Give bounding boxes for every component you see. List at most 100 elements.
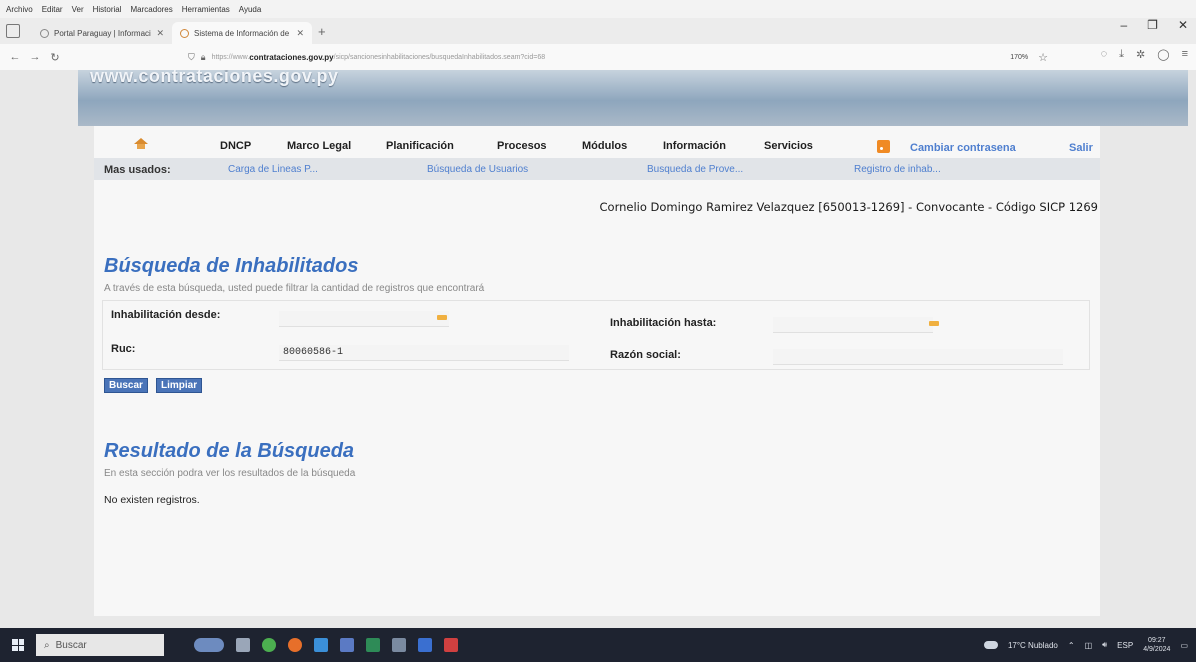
volume-icon[interactable]: 🔊︎ (1102, 640, 1107, 650)
menu-ver[interactable]: Ver (72, 5, 84, 14)
forward-icon[interactable]: → (28, 51, 42, 63)
nav-servicios[interactable]: Servicios (764, 140, 813, 152)
news-widget-icon[interactable] (194, 638, 224, 652)
new-tab-icon[interactable]: + (318, 24, 326, 39)
clear-button[interactable]: Limpiar (156, 378, 203, 393)
most-used-link-registro-inhab[interactable]: Registro de inhab... (854, 164, 941, 175)
desde-date-input[interactable] (279, 311, 449, 327)
file-explorer-icon[interactable] (392, 638, 406, 652)
taskbar-search[interactable]: ⌕ Buscar (36, 634, 164, 656)
nav-planificacion[interactable]: Planificación (386, 140, 454, 152)
logout-link[interactable]: Salir (1069, 142, 1093, 154)
reload-icon[interactable]: ↻ (48, 51, 62, 64)
browser-urlbar: ← → ↻ ⛉ 🔒︎ https://www. contrataciones.go… (0, 44, 1196, 70)
language-indicator[interactable]: ESP (1117, 641, 1133, 650)
weather-text[interactable]: 17°C Nublado (1008, 641, 1058, 650)
minimize-icon[interactable]: – (1120, 18, 1127, 32)
most-used-label: Mas usados: (104, 164, 171, 176)
home-icon[interactable] (134, 138, 148, 150)
back-icon[interactable]: ← (8, 51, 22, 63)
close-icon[interactable]: ✕ (156, 28, 164, 39)
lock-icon: 🔒︎ (200, 51, 206, 62)
nav-dncp[interactable]: DNCP (220, 140, 251, 152)
menu-marcadores[interactable]: Marcadores (131, 5, 173, 14)
notifications-icon[interactable]: ▭ (1180, 641, 1188, 650)
pocket-icon[interactable]: ◌ (1101, 48, 1108, 61)
browser-menubar: Archivo Editar Ver Historial Marcadores … (0, 0, 1196, 18)
network-icon[interactable]: ◫ (1085, 641, 1093, 650)
ruc-input[interactable] (279, 345, 569, 361)
clock[interactable]: 09:27 4/9/2024 (1143, 636, 1170, 654)
calendar-icon[interactable] (437, 315, 447, 320)
chrome-icon[interactable] (262, 638, 276, 652)
menu-ayuda[interactable]: Ayuda (239, 5, 262, 14)
rss-icon[interactable] (877, 140, 890, 153)
menu-herramientas[interactable]: Herramientas (182, 5, 230, 14)
tray-chevron-icon[interactable]: ⌃ (1068, 641, 1075, 650)
close-window-icon[interactable]: ✕ (1178, 18, 1188, 32)
page-viewport: www.contrataciones.gov.py DNCP Marco Leg… (0, 70, 1196, 628)
close-icon[interactable]: ✕ (296, 28, 304, 39)
most-used-link-busqueda-proveedores[interactable]: Busqueda de Prove... (647, 164, 743, 175)
restore-icon[interactable]: ❐ (1147, 18, 1158, 32)
search-button[interactable]: Buscar (104, 378, 148, 393)
nav-procesos[interactable]: Procesos (497, 140, 547, 152)
search-section-title: Búsqueda de Inhabilitados (104, 255, 359, 277)
bookmark-star-icon[interactable]: ☆ (1038, 51, 1048, 64)
user-info: Cornelio Domingo Ramirez Velazquez [6500… (599, 200, 1099, 214)
hasta-label: Inhabilitación hasta: (610, 317, 717, 329)
account-icon[interactable]: ◯ (1157, 48, 1169, 61)
results-section-title: Resultado de la Búsqueda (104, 440, 355, 462)
address-bar[interactable]: ⛉ 🔒︎ https://www. contrataciones.gov.py/s… (188, 48, 1048, 66)
menu-archivo[interactable]: Archivo (6, 5, 33, 14)
menu-icon[interactable]: ≡ (1182, 48, 1188, 61)
desde-label: Inhabilitación desde: (111, 309, 221, 321)
pdf-reader-icon[interactable] (444, 638, 458, 652)
excel-icon[interactable] (366, 638, 380, 652)
razon-social-label: Razón social: (610, 349, 681, 361)
nav-marco-legal[interactable]: Marco Legal (287, 140, 351, 152)
outlook-icon[interactable] (418, 638, 432, 652)
nav-informacion[interactable]: Información (663, 140, 726, 152)
clock-time: 09:27 (1148, 637, 1166, 644)
hasta-date-input[interactable] (773, 317, 933, 333)
main-content: DNCP Marco Legal Planificación Procesos … (94, 126, 1100, 616)
shield-icon: ⛉ (188, 51, 195, 62)
windows-start-icon[interactable] (12, 639, 24, 651)
firefox-icon[interactable] (288, 638, 302, 652)
system-tray: 17°C Nublado ⌃ ◫ 🔊︎ ESP 09:27 4/9/2024 ▭ (983, 628, 1188, 662)
url-domain: contrataciones.gov.py (249, 52, 334, 62)
most-used-link-busqueda-usuarios[interactable]: Búsqueda de Usuarios (427, 164, 528, 175)
nav-modulos[interactable]: Módulos (582, 140, 627, 152)
most-used-link-carga-lineas[interactable]: Carga de Lineas P... (228, 164, 318, 175)
tab-list-icon[interactable] (6, 24, 20, 38)
menu-historial[interactable]: Historial (93, 5, 122, 14)
razon-social-input[interactable] (773, 349, 1063, 365)
extensions-icon[interactable]: ✲ (1136, 48, 1145, 61)
change-password-link[interactable]: Cambiar contrasena (910, 142, 1016, 154)
cloud-icon (983, 641, 998, 649)
search-filter-form: Inhabilitación desde: Inhabilitación has… (102, 300, 1090, 370)
tab-label: Sistema de Información de las (194, 28, 292, 38)
taskbar-apps (194, 638, 458, 652)
windows-taskbar: ⌕ Buscar 17°C Nublado ⌃ ◫ 🔊︎ ESP 09:27 4… (0, 628, 1196, 662)
tab-sistema-informacion[interactable]: Sistema de Información de las ✕ (172, 22, 312, 44)
word-icon[interactable] (340, 638, 354, 652)
globe-icon (180, 28, 189, 38)
url-path: /sicp/sancionesinhabilitaciones/busqueda… (333, 53, 546, 61)
url-prefix: https://www. (211, 53, 250, 61)
clock-date: 4/9/2024 (1143, 646, 1171, 653)
task-view-icon[interactable] (236, 638, 250, 652)
edge-icon[interactable] (314, 638, 328, 652)
calendar-icon[interactable] (929, 321, 939, 326)
window-controls: – ❐ ✕ (1120, 18, 1188, 32)
taskbar-search-placeholder: Buscar (55, 639, 87, 651)
menu-editar[interactable]: Editar (42, 5, 63, 14)
search-section-subtitle: A través de esta búsqueda, usted puede f… (104, 283, 485, 294)
tab-portal-paraguay[interactable]: Portal Paraguay | Información ✕ (32, 22, 172, 44)
most-used-bar: Mas usados: Carga de Lineas P... Búsqued… (94, 158, 1100, 180)
download-icon[interactable]: ⤓ (1119, 48, 1124, 61)
site-banner: www.contrataciones.gov.py (78, 70, 1188, 126)
banner-site-url: www.contrataciones.gov.py (90, 70, 339, 86)
zoom-level[interactable]: 170% (1006, 53, 1032, 62)
